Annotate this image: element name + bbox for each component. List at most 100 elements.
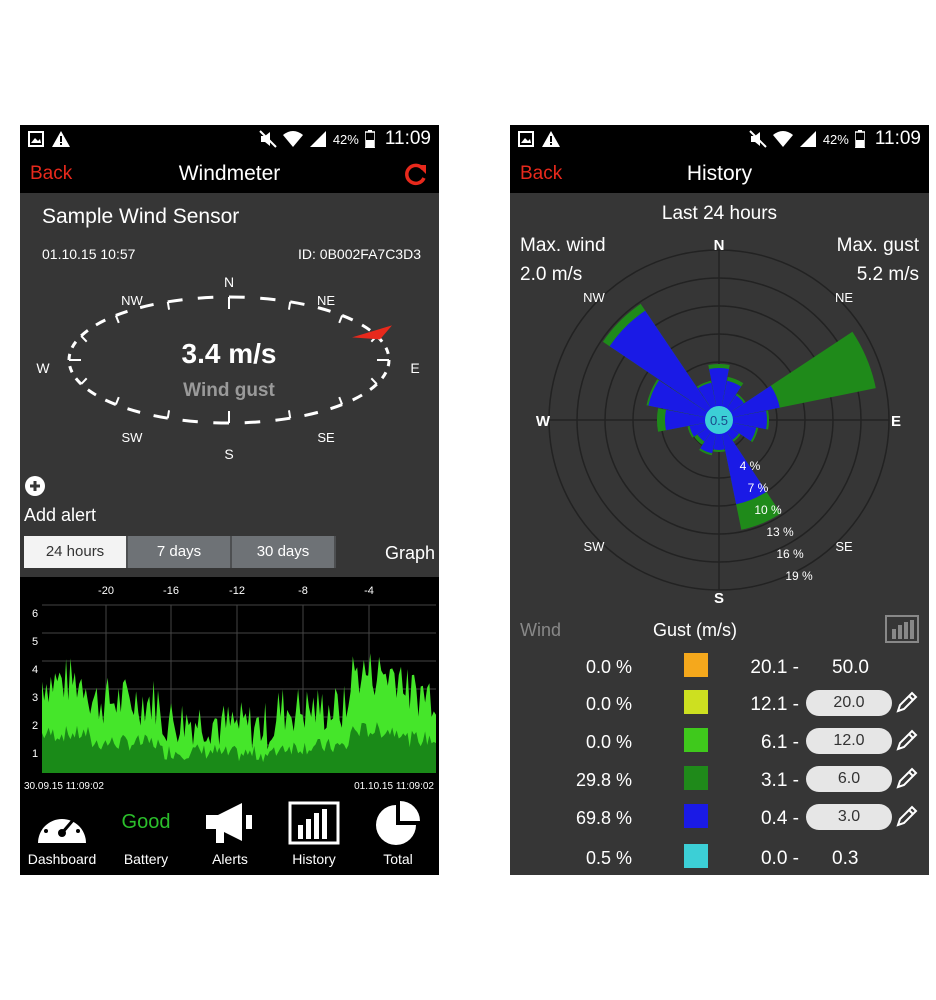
legend-percentage: 29.8 % — [575, 770, 632, 790]
compass-ring-dash — [197, 295, 214, 300]
compass-ring-dash — [104, 398, 117, 406]
tab-label: Alerts — [212, 851, 248, 867]
wind-history-graph: -20 -16 -12 -8 -4 1 2 3 4 5 6 30.09.15 1… — [20, 577, 439, 795]
warning-icon — [542, 131, 560, 147]
compass-ring-dash — [384, 347, 390, 355]
legend-range-max-field[interactable]: 12.0 — [806, 728, 892, 754]
range-24-hours[interactable]: 24 hours — [24, 536, 128, 568]
status-bar: 42% 11:09 — [20, 125, 439, 155]
compass-ring-dash — [341, 314, 354, 322]
signal-icon — [799, 131, 816, 147]
legend-range-max: 0.3 — [832, 848, 859, 869]
image-notification-icon — [28, 131, 44, 147]
legend-gust-toggle[interactable]: Gust (m/s) — [653, 620, 737, 641]
refresh-icon[interactable] — [403, 161, 429, 187]
ring-label: 10 % — [754, 503, 782, 517]
legend-wind-toggle[interactable]: Wind — [520, 620, 561, 641]
legend-range-min: 20.1 - — [750, 657, 799, 678]
reading-timestamp: 01.10.15 10:57 — [42, 246, 136, 262]
add-alert-icon[interactable] — [24, 475, 46, 497]
legend-color-swatch — [684, 766, 708, 790]
mute-icon — [259, 130, 277, 148]
wifi-icon — [282, 131, 303, 147]
range-30-days[interactable]: 30 days — [232, 536, 336, 568]
tab-label: Dashboard — [27, 851, 97, 867]
x-tick-label: -4 — [364, 585, 374, 597]
x-tick-label: -12 — [229, 585, 245, 597]
legend-color-swatch — [684, 804, 708, 828]
compass-ring-dash — [289, 300, 305, 306]
legend-range-max: 50.0 — [832, 657, 869, 678]
compass-tick — [80, 377, 88, 385]
wind-direction-arrow — [352, 325, 393, 340]
graph-button[interactable]: Graph — [385, 543, 435, 564]
wifi-icon — [772, 131, 793, 147]
compass-tick — [114, 315, 120, 324]
compass-ring-dash — [80, 329, 89, 337]
compass-ring-dash — [352, 393, 363, 402]
compass-tick — [166, 301, 171, 310]
pencil-icon[interactable] — [895, 728, 919, 752]
app-bar: Back Windmeter — [20, 155, 439, 193]
y-tick-label: 6 — [32, 608, 38, 620]
wind-speed-value: 3.4 m/s — [182, 338, 277, 369]
tab-total[interactable]: Total — [356, 795, 439, 875]
rose-label-w: W — [536, 413, 551, 430]
pencil-icon[interactable] — [895, 804, 919, 828]
megaphone-icon — [206, 803, 252, 843]
graph-start-time: 30.09.15 11:09:02 — [24, 781, 104, 792]
warning-icon — [52, 131, 70, 147]
tab-alerts[interactable]: Alerts — [188, 795, 272, 875]
max-wind-label: Max. wind — [520, 235, 606, 256]
legend-color-swatch — [684, 653, 708, 677]
compass-tick — [287, 410, 292, 419]
legend-range-max-field[interactable]: 20.0 — [806, 690, 892, 716]
sensor-id: ID: 0B002FA7C3D3 — [298, 246, 421, 262]
compass-ring-dash — [153, 414, 169, 420]
tab-battery[interactable]: Good Battery — [104, 795, 188, 875]
compass-tick — [114, 396, 120, 405]
compass-ring-dash — [361, 323, 371, 332]
gauge-icon — [38, 811, 86, 843]
tab-history[interactable]: History — [272, 795, 356, 875]
pencil-icon[interactable] — [895, 766, 919, 790]
compass-ring-dash — [87, 388, 97, 397]
compass-tick — [338, 396, 344, 405]
legend-range-max-field[interactable]: 3.0 — [806, 804, 892, 830]
compass-label-n: N — [224, 275, 234, 290]
history-screen: 42% 11:09 Back History 0.5 N NE E SE S S… — [510, 125, 929, 875]
battery-icon — [364, 130, 375, 148]
add-alert-button[interactable]: Add alert — [24, 505, 96, 526]
legend-row: 0.0 % 6.1 - 12.0 — [510, 724, 929, 760]
status-bar: 42% 11:09 — [510, 125, 929, 155]
tab-label: Battery — [123, 851, 169, 867]
wind-compass: N NE E SE S SW W NW 3.4 m/s Wind gust — [36, 275, 419, 462]
legend-percentage: 0.0 % — [585, 657, 632, 677]
compass-label-nw: NW — [121, 293, 143, 308]
compass-tick — [287, 301, 292, 310]
x-tick-label: -16 — [163, 585, 179, 597]
legend-range-min: 3.1 - — [760, 770, 799, 791]
pencil-icon[interactable] — [895, 690, 919, 714]
compass-ring-dash — [369, 383, 378, 391]
signal-icon — [309, 131, 326, 147]
compass-label-sw: SW — [122, 430, 144, 445]
max-wind-value: 2.0 m/s — [520, 264, 583, 285]
rose-label-ne: NE — [835, 290, 853, 305]
legend-range-min: 0.4 - — [760, 808, 799, 829]
legend-range-min: 6.1 - — [760, 732, 799, 753]
page-title: Windmeter — [178, 162, 281, 185]
legend-percentage: 69.8 % — [575, 808, 632, 828]
tab-dashboard[interactable]: Dashboard — [20, 795, 104, 875]
compass-ring-dash — [68, 365, 74, 373]
compass-ring-dash — [70, 340, 78, 349]
legend-row: 0.0 % 20.1 - 50.0 — [510, 649, 929, 685]
compass-ring-dash — [380, 371, 388, 380]
legend-range-min: 12.1 - — [750, 694, 799, 715]
legend-row: 69.8 % 0.4 - 3.0 — [510, 800, 929, 836]
range-7-days[interactable]: 7 days — [128, 536, 232, 568]
page-title: History — [686, 162, 753, 185]
bar-chart-icon[interactable] — [885, 615, 919, 643]
legend-range-max-field[interactable]: 6.0 — [806, 766, 892, 792]
bottom-navigation: Dashboard Good Battery Alerts History To… — [20, 795, 439, 875]
